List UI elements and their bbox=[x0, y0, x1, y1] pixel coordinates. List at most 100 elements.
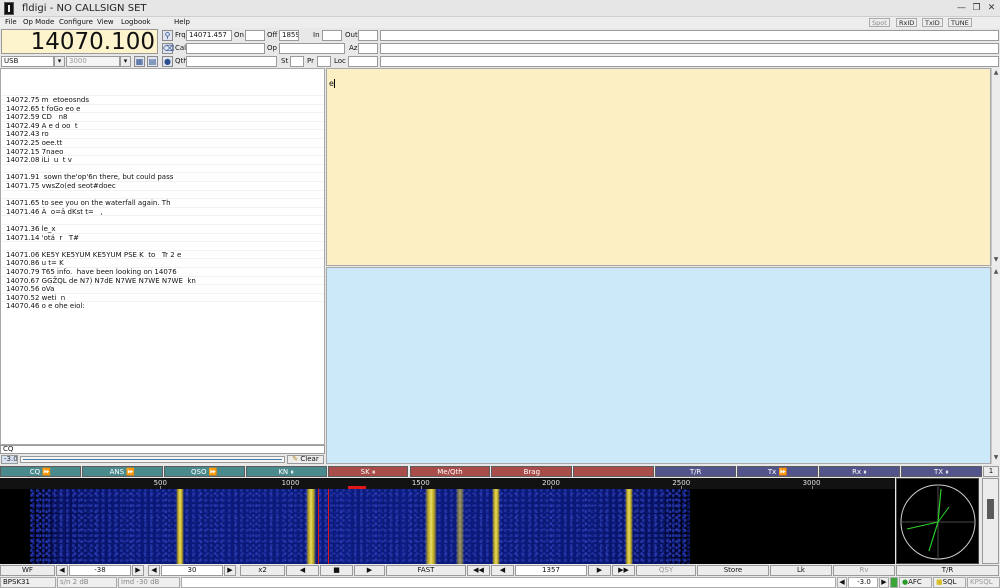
chevron-left-icon[interactable]: ◀ bbox=[491, 565, 514, 576]
macro-button[interactable]: Brag bbox=[491, 466, 573, 477]
lookup-icon[interactable]: ● bbox=[162, 56, 173, 67]
signal-trace[interactable] bbox=[175, 489, 184, 564]
qth-field[interactable] bbox=[186, 56, 277, 67]
macro-button[interactable]: Tx ⏩ bbox=[737, 466, 818, 477]
cq-input[interactable]: CQ bbox=[0, 445, 325, 454]
wf-level-field[interactable]: -38 bbox=[69, 565, 131, 576]
step-right-icon[interactable]: ▶ bbox=[354, 565, 385, 576]
mode-select[interactable]: USB bbox=[1, 56, 54, 67]
chevron-up-icon[interactable]: ▲ bbox=[992, 69, 1000, 77]
off-field[interactable]: 1859 bbox=[279, 30, 299, 41]
tune-toggle[interactable]: TUNE bbox=[948, 18, 972, 27]
macro-button[interactable]: Rx ⏸ bbox=[819, 466, 900, 477]
squelch-slider[interactable] bbox=[982, 478, 999, 564]
step-left-icon[interactable]: ◀ bbox=[286, 565, 319, 576]
reverse-toggle[interactable]: Rv bbox=[833, 565, 895, 576]
macro-button[interactable]: SK ⏸ bbox=[327, 466, 409, 477]
bandwidth-select[interactable]: 3000 bbox=[66, 56, 120, 67]
rx-monitor-pane[interactable] bbox=[326, 267, 991, 464]
macro-button[interactable]: Me/Qth bbox=[409, 466, 491, 477]
chevron-up-icon[interactable]: ▲ bbox=[992, 268, 1000, 276]
chevron-right-icon[interactable]: ▶ bbox=[224, 565, 236, 576]
chevron-right-icon[interactable]: ▶ bbox=[879, 577, 889, 588]
menu-logbook[interactable]: Logbook bbox=[121, 17, 151, 28]
signal-trace[interactable] bbox=[625, 489, 634, 564]
search-icon[interactable]: ⚲ bbox=[162, 30, 173, 41]
monitor-scrollbar[interactable]: ▲ ▼ bbox=[991, 267, 1000, 464]
macro-button[interactable]: CQ ⏩ bbox=[0, 466, 81, 477]
rxid-toggle[interactable]: RxID bbox=[896, 18, 918, 27]
signal-trace[interactable] bbox=[425, 489, 438, 564]
zoom-button[interactable]: x2 bbox=[240, 565, 285, 576]
op-name-field[interactable] bbox=[279, 43, 345, 54]
locator-field[interactable] bbox=[348, 56, 378, 67]
afc-toggle[interactable]: ●AFC bbox=[899, 577, 932, 588]
notes-field-2[interactable] bbox=[380, 43, 999, 54]
txid-toggle[interactable]: TxID bbox=[922, 18, 943, 27]
chevron-down-icon[interactable]: ▾ bbox=[54, 56, 65, 67]
frequency-display[interactable]: 14070.100 bbox=[1, 29, 158, 54]
clear-button[interactable]: ✎ Clear bbox=[287, 455, 324, 464]
call-field[interactable] bbox=[186, 43, 265, 54]
spot-toggle[interactable]: Spot bbox=[869, 18, 890, 27]
az-field[interactable] bbox=[358, 43, 378, 54]
close-icon[interactable]: ✕ bbox=[985, 2, 998, 14]
minimize-icon[interactable]: — bbox=[955, 2, 968, 14]
kpsql-toggle[interactable]: KPSQL bbox=[967, 577, 1000, 588]
state-field[interactable] bbox=[290, 56, 304, 67]
menu-file[interactable]: File bbox=[5, 17, 17, 28]
clear-icon[interactable]: ⌫ bbox=[162, 43, 174, 54]
chevron-left-icon[interactable]: ◀ bbox=[148, 565, 160, 576]
macro-button[interactable]: T/R bbox=[655, 466, 737, 477]
macro-page-indicator[interactable]: 1 bbox=[983, 466, 999, 477]
rst-in-field[interactable] bbox=[322, 30, 342, 41]
chevron-right-icon[interactable]: ▶ bbox=[132, 565, 144, 576]
lock-toggle[interactable]: Lk bbox=[770, 565, 832, 576]
macro-button[interactable]: ANS ⏩ bbox=[81, 466, 163, 477]
province-field[interactable] bbox=[317, 56, 331, 67]
macro-button[interactable]: TX ⏸ bbox=[900, 466, 982, 477]
tx-text-pane[interactable]: e bbox=[326, 68, 991, 266]
rx-text-pane[interactable]: 14072.75 m etoeosnds 14072.65 t foGo eo e… bbox=[0, 68, 325, 445]
wf-mode-button[interactable]: WF bbox=[0, 565, 55, 576]
menu-help[interactable]: Help bbox=[174, 17, 190, 28]
on-field[interactable] bbox=[245, 30, 265, 41]
macro-button[interactable] bbox=[573, 466, 655, 477]
notes-field-3[interactable] bbox=[380, 56, 999, 67]
frq-field[interactable]: 14071.457 bbox=[186, 30, 232, 41]
chevron-down-icon[interactable]: ▾ bbox=[120, 56, 131, 67]
menu-configure[interactable]: Configure bbox=[59, 17, 93, 28]
save-icon[interactable]: ▤ bbox=[147, 56, 158, 67]
mode-status[interactable]: BPSK31 bbox=[0, 577, 56, 588]
chevron-left-icon[interactable]: ◀ bbox=[56, 565, 68, 576]
notes-field[interactable] bbox=[380, 30, 999, 41]
maximize-icon[interactable]: ❐ bbox=[970, 2, 983, 14]
waterfall-display[interactable] bbox=[0, 489, 895, 564]
waterfall-scale[interactable]: 500 1000 1500 2000 2500 3000 bbox=[0, 478, 895, 489]
signal-trace[interactable] bbox=[455, 489, 464, 564]
macro-button[interactable]: KN ⏸ bbox=[245, 466, 327, 477]
wf-speed-button[interactable]: FAST bbox=[386, 565, 466, 576]
menu-view[interactable]: View bbox=[97, 17, 114, 28]
rx-level-slider[interactable] bbox=[20, 456, 285, 463]
macro-button[interactable]: QSO ⏩ bbox=[163, 466, 245, 477]
pause-icon[interactable]: ■ bbox=[320, 565, 353, 576]
signal-trace[interactable] bbox=[306, 489, 317, 564]
qsy-button[interactable]: QSY bbox=[636, 565, 696, 576]
chevron-down-icon[interactable]: ▼ bbox=[992, 256, 1000, 264]
log-icon[interactable]: ▦ bbox=[134, 56, 145, 67]
chevron-right-icon[interactable]: ▶ bbox=[588, 565, 611, 576]
wf-range-field[interactable]: 30 bbox=[161, 565, 223, 576]
signal-trace[interactable] bbox=[492, 489, 501, 564]
tx-scrollbar[interactable]: ▲ ▼ bbox=[991, 68, 1000, 266]
chevron-left-icon[interactable]: ◀ bbox=[837, 577, 847, 588]
fast-forward-icon[interactable]: ▶▶ bbox=[612, 565, 635, 576]
carrier-frequency-field[interactable]: 1357 bbox=[515, 565, 587, 576]
menu-op-mode[interactable]: Op Mode bbox=[23, 17, 54, 28]
rst-out-field[interactable] bbox=[358, 30, 378, 41]
store-button[interactable]: Store bbox=[697, 565, 769, 576]
tx-level-field[interactable]: -3.0 bbox=[848, 577, 878, 588]
sql-toggle[interactable]: ■SQL bbox=[933, 577, 966, 588]
chevron-down-icon[interactable]: ▼ bbox=[992, 454, 1000, 462]
tr-toggle[interactable]: T/R bbox=[896, 565, 999, 576]
